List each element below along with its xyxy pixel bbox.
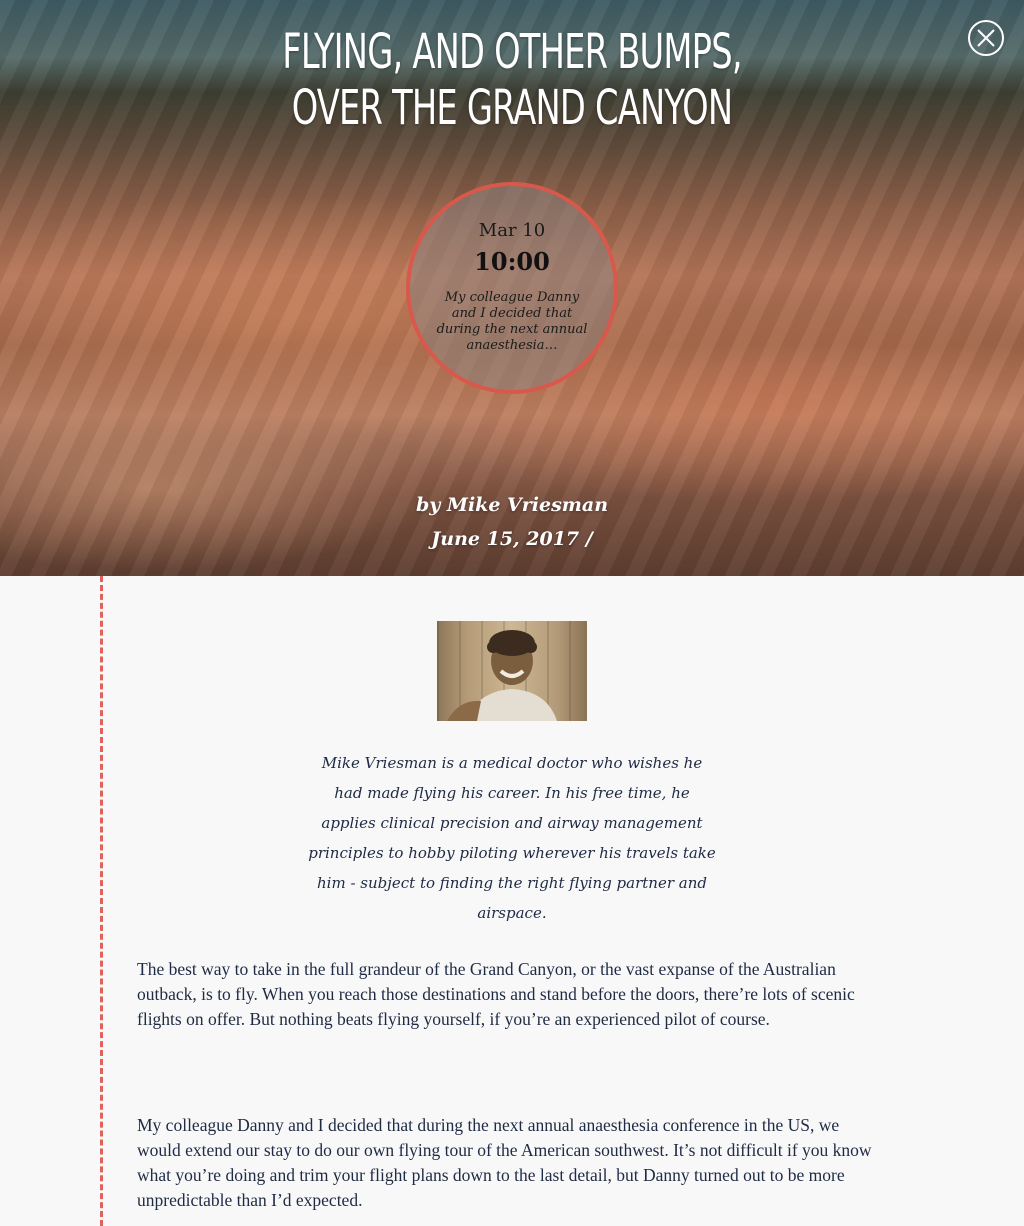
close-button[interactable]: [968, 20, 1004, 56]
author-bio: Mike Vriesman is a medical doctor who wi…: [308, 754, 716, 922]
event-badge[interactable]: Mar 10 10:00 My colleague Danny and I de…: [406, 182, 618, 394]
timeline-divider: [100, 576, 103, 1226]
author-name: by Mike Vriesman: [415, 494, 609, 516]
article-content: Mike Vriesman is a medical doctor who wi…: [0, 576, 1024, 1226]
post-date-link[interactable]: June 15, 2017 /: [431, 528, 592, 550]
author-portrait-illustration: [447, 630, 557, 721]
author-photo: [437, 621, 587, 721]
byline: by Mike Vriesman June 15, 2017 /: [0, 488, 1024, 556]
hero-header: FLYING, AND OTHER BUMPS, OVER THE GRAND …: [0, 0, 1024, 576]
event-excerpt: My colleague Danny and I decided that du…: [436, 290, 588, 353]
event-date: Mar 10: [478, 220, 546, 241]
event-time: 10:00: [474, 247, 550, 276]
page-title: FLYING, AND OTHER BUMPS, OVER THE GRAND …: [282, 24, 742, 136]
article-paragraph: My colleague Danny and I decided that du…: [137, 1115, 872, 1210]
article-paragraph: The best way to take in the full grandeu…: [137, 959, 855, 1029]
close-icon: [977, 29, 995, 47]
